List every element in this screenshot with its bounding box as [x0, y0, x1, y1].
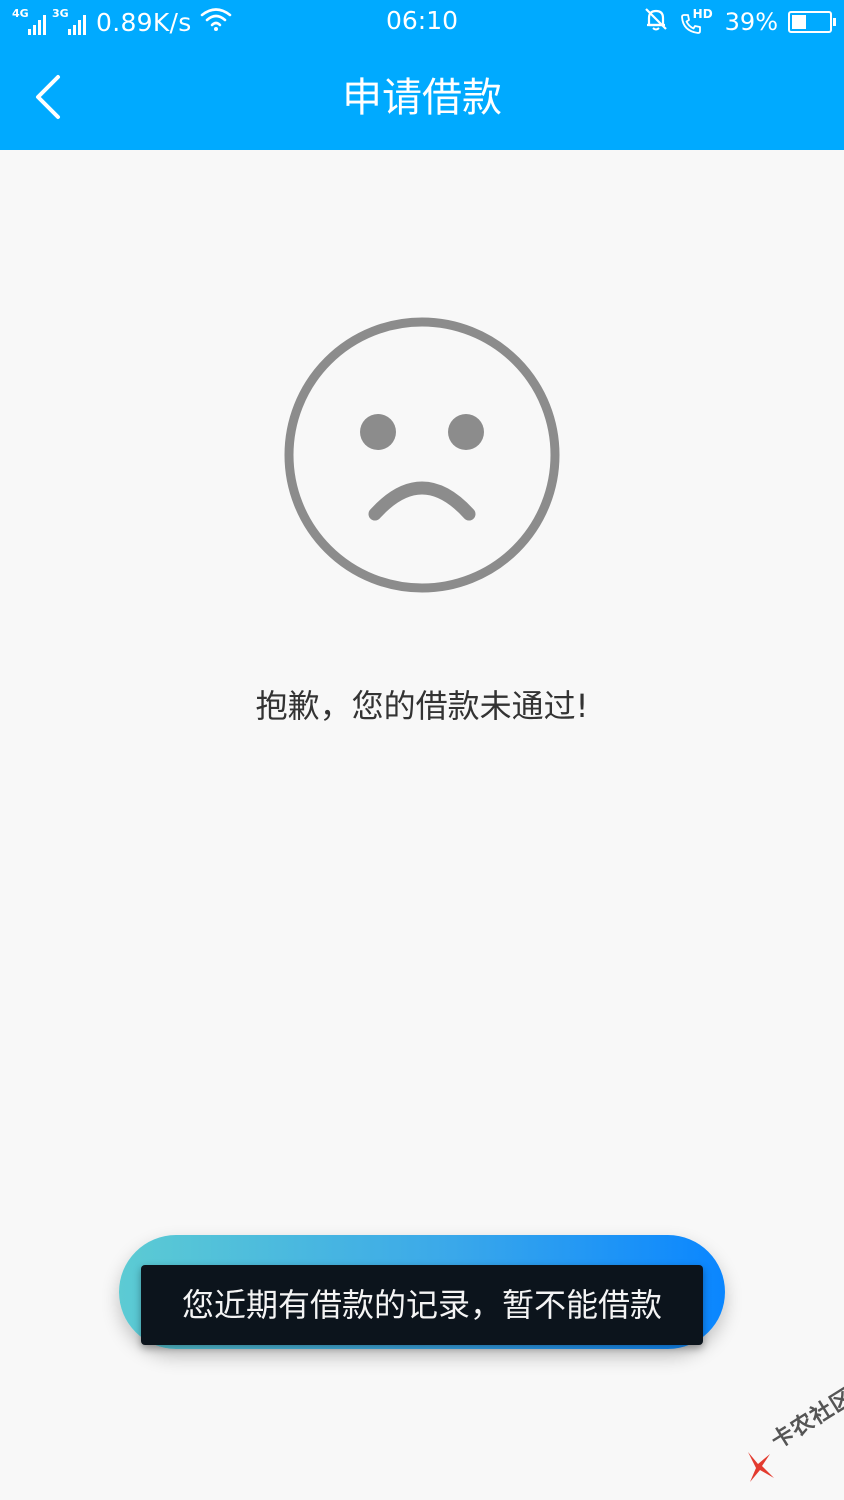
- toast-message: 您近期有借款的记录，暂不能借款: [141, 1265, 703, 1345]
- page-title: 申请借款: [342, 75, 502, 121]
- status-right: HD 39%: [643, 6, 836, 38]
- hd-badge: HD: [692, 7, 713, 21]
- status-bar: 4G 3G 0.89K/s 06:10 HD 39%: [0, 0, 844, 46]
- hd-call-icon: HD: [679, 7, 715, 36]
- sad-face-icon: [281, 314, 563, 596]
- rejection-message: 抱歉，您的借款未通过!: [255, 687, 589, 725]
- battery-fill: [792, 15, 806, 29]
- bell-muted-icon: [643, 6, 669, 38]
- battery-percent: 39%: [724, 8, 778, 36]
- battery-icon: [788, 11, 836, 33]
